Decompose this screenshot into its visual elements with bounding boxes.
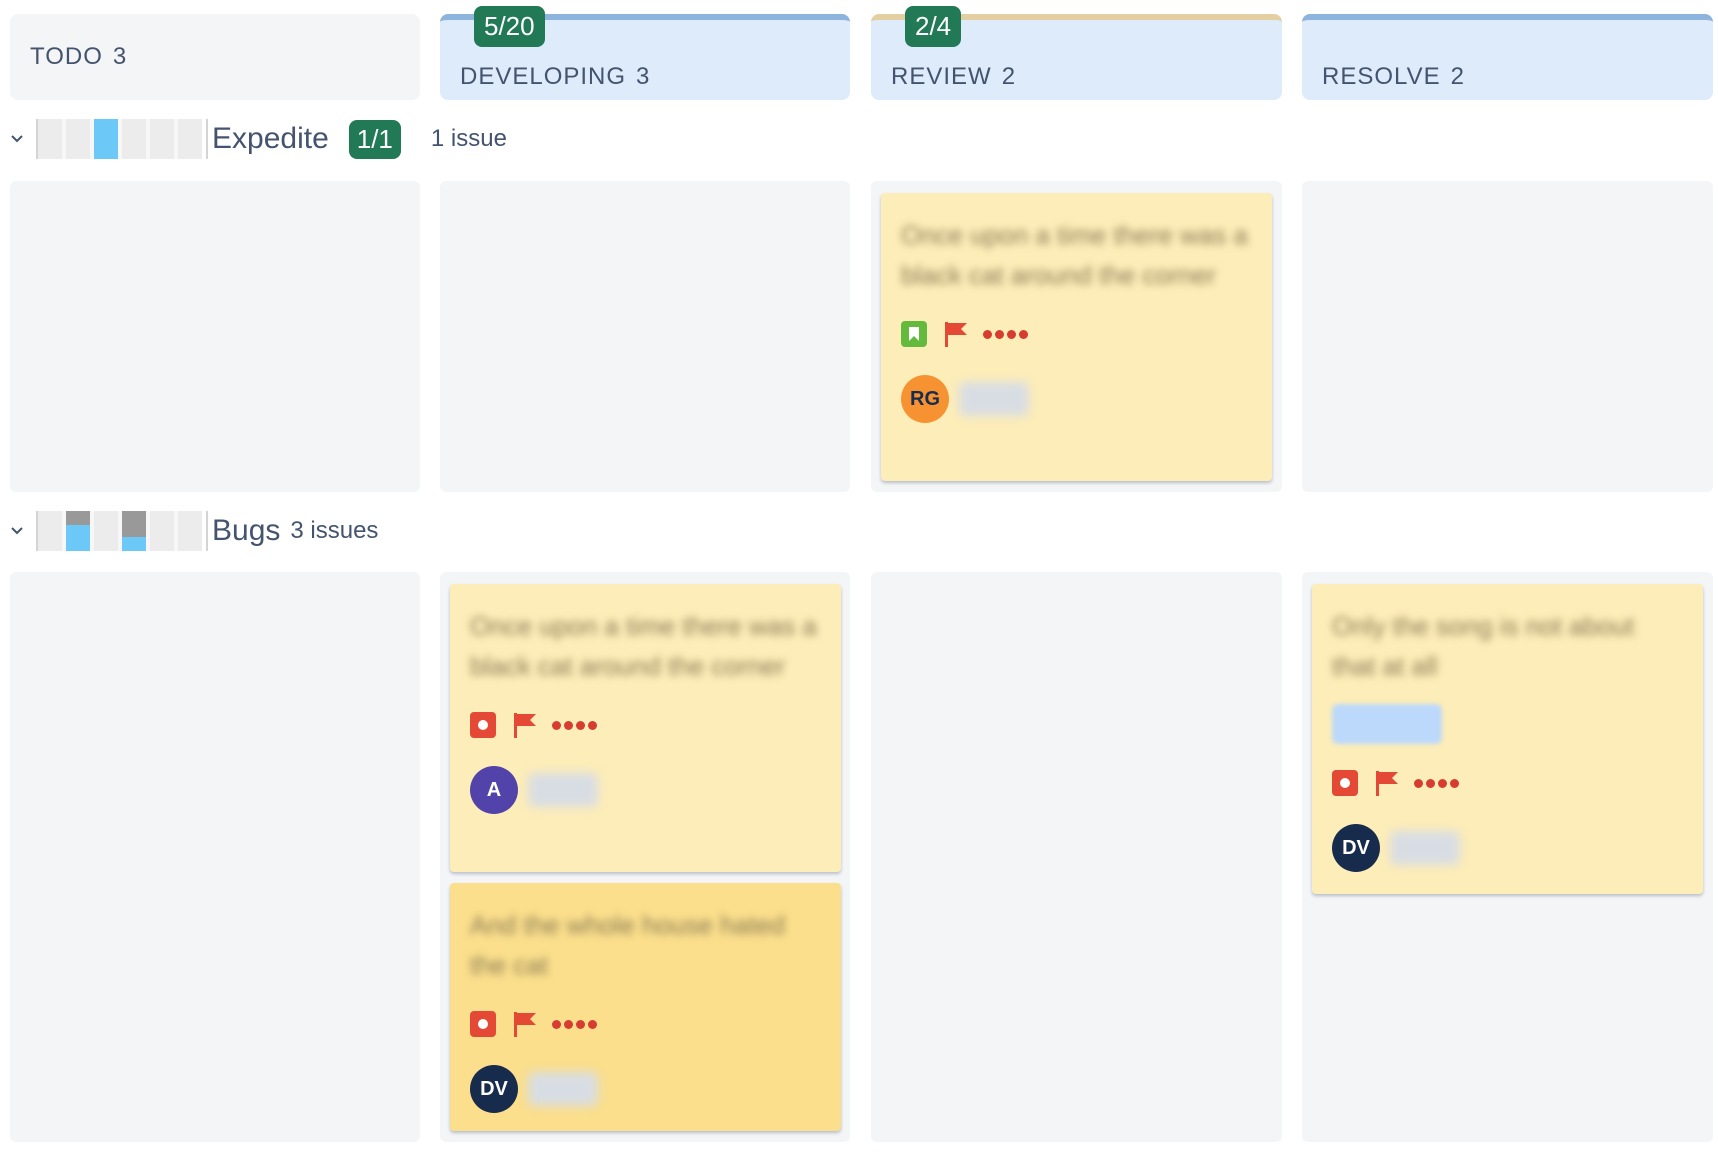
flag-icon xyxy=(514,713,536,738)
avatar[interactable]: RG xyxy=(901,375,949,423)
column-header-todo[interactable]: TODO 3 xyxy=(10,14,420,100)
swimlane-header-bugs[interactable]: Bugs 3 issues xyxy=(10,511,378,551)
lane-progress-strip xyxy=(36,511,208,551)
lane-title: Bugs xyxy=(212,514,281,547)
column-header-review[interactable]: 2/4 REVIEW 2 xyxy=(871,6,1282,100)
column-name: RESOLVE xyxy=(1322,63,1441,90)
issue-key-redacted xyxy=(959,382,1029,416)
issue-key-redacted xyxy=(528,1072,598,1106)
column-header-resolve[interactable]: RESOLVE 2 xyxy=(1302,14,1713,100)
avatar[interactable]: A xyxy=(470,766,518,814)
chevron-down-icon[interactable] xyxy=(10,524,24,538)
issue-key-redacted xyxy=(528,773,598,807)
story-icon xyxy=(901,321,927,347)
cell-bugs-review xyxy=(871,572,1282,1142)
cell-bugs-todo xyxy=(10,572,420,1142)
wip-badge: 5/20 xyxy=(474,6,545,47)
priority-icon xyxy=(552,720,597,730)
column-name: REVIEW xyxy=(891,63,992,90)
priority-icon xyxy=(1414,778,1459,788)
issue-card[interactable]: Only the song is not about that at all D… xyxy=(1312,584,1703,894)
avatar[interactable]: DV xyxy=(470,1065,518,1113)
card-title: And the whole house hated the cat xyxy=(470,910,786,980)
cell-expedite-todo xyxy=(10,181,420,492)
lane-progress-strip xyxy=(36,119,208,159)
bug-icon xyxy=(1332,770,1358,796)
lane-title: Expedite xyxy=(212,122,329,155)
flag-icon xyxy=(1376,771,1398,796)
cell-expedite-resolve xyxy=(1302,181,1713,492)
issue-card[interactable]: Once upon a time there was a black cat a… xyxy=(450,584,841,872)
chevron-down-icon[interactable] xyxy=(10,132,24,146)
bug-icon xyxy=(470,1011,496,1037)
lane-wip-badge: 1/1 xyxy=(348,119,401,159)
swimlane-header-expedite[interactable]: Expedite 1/1 1 issue xyxy=(10,119,507,159)
flag-icon xyxy=(514,1012,536,1037)
card-title: Once upon a time there was a black cat a… xyxy=(470,611,817,681)
column-count: 2 xyxy=(1001,63,1017,90)
card-title: Once upon a time there was a black cat a… xyxy=(901,220,1248,290)
flag-icon xyxy=(945,322,967,347)
priority-icon xyxy=(552,1019,597,1029)
lane-issue-count: 3 issues xyxy=(290,517,379,544)
issue-card[interactable]: And the whole house hated the cat DV xyxy=(450,883,841,1131)
column-name: DEVELOPING xyxy=(460,63,627,90)
column-header-developing[interactable]: 5/20 DEVELOPING 3 xyxy=(440,6,850,100)
avatar[interactable]: DV xyxy=(1332,824,1380,872)
bug-icon xyxy=(470,712,496,738)
column-name: TODO xyxy=(30,43,103,70)
issue-key-redacted xyxy=(1390,831,1460,865)
lane-issue-count: 1 issue xyxy=(430,125,507,152)
label-tag-redacted xyxy=(1332,704,1442,744)
wip-badge: 2/4 xyxy=(905,6,962,47)
cell-expedite-developing xyxy=(440,181,850,492)
column-count: 3 xyxy=(636,63,651,90)
column-count: 2 xyxy=(1450,63,1465,90)
card-title: Only the song is not about that at all xyxy=(1332,611,1635,681)
issue-card[interactable]: Once upon a time there was a black cat a… xyxy=(881,193,1272,481)
priority-icon xyxy=(983,329,1028,339)
column-count: 3 xyxy=(112,43,128,70)
